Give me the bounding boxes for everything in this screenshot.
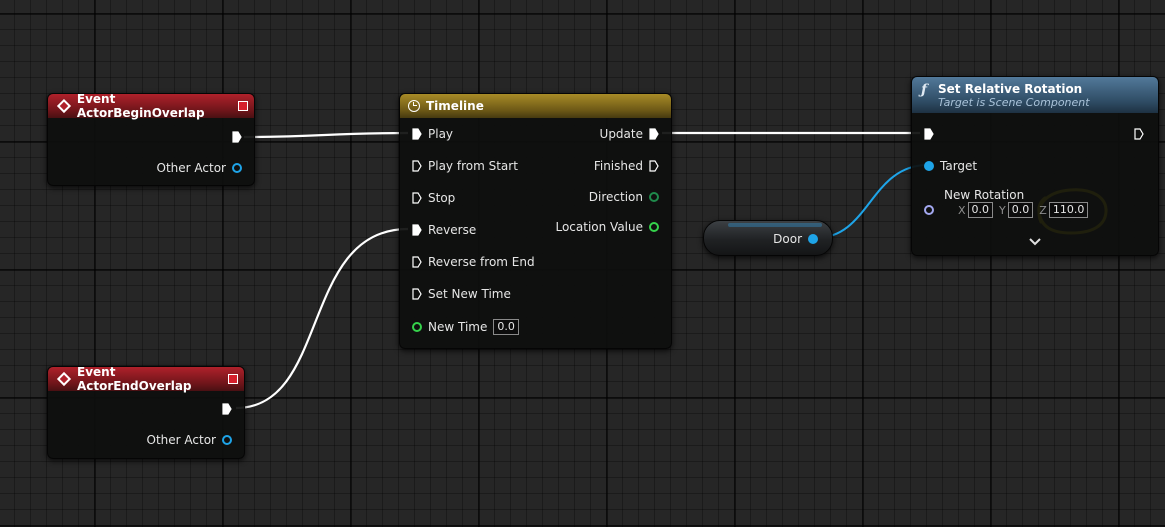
exec-pin-hollow-icon xyxy=(649,160,659,172)
finished-pin[interactable]: Finished xyxy=(594,159,659,173)
y-axis-label: Y xyxy=(999,203,1006,217)
location-value-pin[interactable]: Location Value xyxy=(555,220,659,234)
wire-end-to-reverse xyxy=(235,227,409,410)
variable-glow xyxy=(728,223,822,227)
other-actor-label: Other Actor xyxy=(146,433,216,447)
set-new-time-pin[interactable]: Set New Time xyxy=(412,287,511,301)
door-out-pin[interactable]: Door xyxy=(773,232,818,246)
stop-pin[interactable]: Stop xyxy=(412,191,455,205)
z-value-input[interactable]: 110.0 xyxy=(1048,202,1089,218)
exec-out-pin[interactable] xyxy=(222,403,232,415)
object-pin-icon xyxy=(232,163,242,173)
pin-label: Target xyxy=(940,159,978,173)
pin-label: Location Value xyxy=(555,220,643,234)
exec-pin-hollow-icon xyxy=(412,288,422,300)
set-relative-rotation-node[interactable]: ƒ Set Relative Rotation Target is Scene … xyxy=(911,76,1159,256)
door-label: Door xyxy=(773,232,802,246)
timeline-node[interactable]: Timeline Play Play from Start Stop Rever… xyxy=(399,93,672,349)
exec-pin-hollow-icon xyxy=(412,192,422,204)
pin-label: Update xyxy=(599,127,643,141)
node-title: Event ActorBeginOverlap xyxy=(76,92,205,120)
x-axis-label: X xyxy=(958,203,966,217)
z-axis-label: Z xyxy=(1039,203,1047,217)
pin-label: Direction xyxy=(588,190,643,204)
exec-out-pin[interactable] xyxy=(232,131,242,143)
event-diamond-icon xyxy=(56,371,72,387)
new-rotation-label-row: New Rotation xyxy=(944,188,1024,202)
play-from-start-pin[interactable]: Play from Start xyxy=(412,159,518,173)
exec-pin-hollow-icon xyxy=(412,160,422,172)
pin-label: New Rotation xyxy=(944,188,1025,202)
target-pin[interactable]: Target xyxy=(924,159,977,173)
exec-out-pin[interactable] xyxy=(1134,128,1144,140)
other-actor-pin[interactable]: Other Actor xyxy=(157,161,242,175)
other-actor-label: Other Actor xyxy=(156,161,226,175)
y-value-input[interactable]: 0.0 xyxy=(1007,202,1034,218)
function-icon: ƒ xyxy=(921,82,928,98)
wire-begin-to-play xyxy=(243,131,409,139)
event-diamond-icon xyxy=(56,98,71,114)
update-pin[interactable]: Update xyxy=(600,127,659,141)
node-header[interactable]: Event ActorEndOverlap xyxy=(48,365,244,393)
direction-pin[interactable]: Direction xyxy=(589,190,659,204)
play-pin[interactable]: Play xyxy=(412,127,453,141)
pin-label: Play from Start xyxy=(428,159,518,173)
exec-in-pin[interactable] xyxy=(924,128,934,140)
float-pin-icon xyxy=(649,222,659,232)
event-actor-end-overlap-node[interactable]: Event ActorEndOverlap Other Actor xyxy=(47,365,245,459)
exec-pin-filled-icon xyxy=(412,224,422,236)
chevron-shape xyxy=(1029,238,1041,246)
pin-label: Reverse xyxy=(428,223,477,237)
rotator-pin-icon xyxy=(924,205,934,215)
pin-label: Stop xyxy=(428,191,456,205)
other-actor-pin[interactable]: Other Actor xyxy=(147,433,232,447)
node-subtitle: Target is Scene Component xyxy=(938,95,1090,109)
door-variable-node[interactable]: Door xyxy=(703,220,833,256)
clock-icon xyxy=(408,100,420,112)
exec-pin-filled-icon xyxy=(649,128,659,140)
pin-label: Play xyxy=(428,127,454,141)
exec-pin-hollow-icon xyxy=(412,256,422,268)
object-pin-icon xyxy=(808,234,818,244)
pin-label: Finished xyxy=(593,159,643,173)
x-value-input[interactable]: 0.0 xyxy=(967,202,994,218)
new-rotation-pin[interactable]: X 0.0 Y 0.0 Z 110.0 xyxy=(924,202,1089,218)
pin-label: Reverse from End xyxy=(428,255,535,269)
exec-pin-filled-icon xyxy=(924,128,934,140)
chevron-down-icon[interactable] xyxy=(1029,235,1041,249)
exec-pin-hollow-icon xyxy=(1134,128,1144,140)
node-title: Event ActorEndOverlap xyxy=(77,365,192,393)
new-time-pin[interactable]: New Time 0.0 xyxy=(412,319,519,335)
node-title: Timeline xyxy=(426,99,484,113)
object-pin-icon xyxy=(924,161,934,171)
object-pin-icon xyxy=(222,435,232,445)
event-red-square-icon xyxy=(238,101,248,111)
node-header[interactable]: Timeline xyxy=(400,94,671,118)
new-time-value-input[interactable]: 0.0 xyxy=(493,319,519,335)
pin-label: New Time xyxy=(428,320,488,334)
exec-pin-filled-icon xyxy=(412,128,422,140)
node-header[interactable]: Event ActorBeginOverlap xyxy=(48,92,254,120)
reverse-pin[interactable]: Reverse xyxy=(412,223,476,237)
blueprint-graph[interactable]: Event ActorBeginOverlap Other Actor Even… xyxy=(0,0,1165,527)
node-header[interactable]: ƒ Set Relative Rotation Target is Scene … xyxy=(912,77,1158,113)
exec-pin-filled-icon xyxy=(222,403,232,415)
reverse-from-end-pin[interactable]: Reverse from End xyxy=(412,255,535,269)
event-actor-begin-overlap-node[interactable]: Event ActorBeginOverlap Other Actor xyxy=(47,92,255,186)
node-title: Set Relative Rotation xyxy=(938,81,1083,96)
enum-pin-icon xyxy=(649,192,659,202)
pin-label: Set New Time xyxy=(428,287,511,301)
exec-pin-filled-icon xyxy=(232,131,242,143)
float-pin-icon xyxy=(412,322,422,332)
event-red-square-icon xyxy=(228,374,238,384)
